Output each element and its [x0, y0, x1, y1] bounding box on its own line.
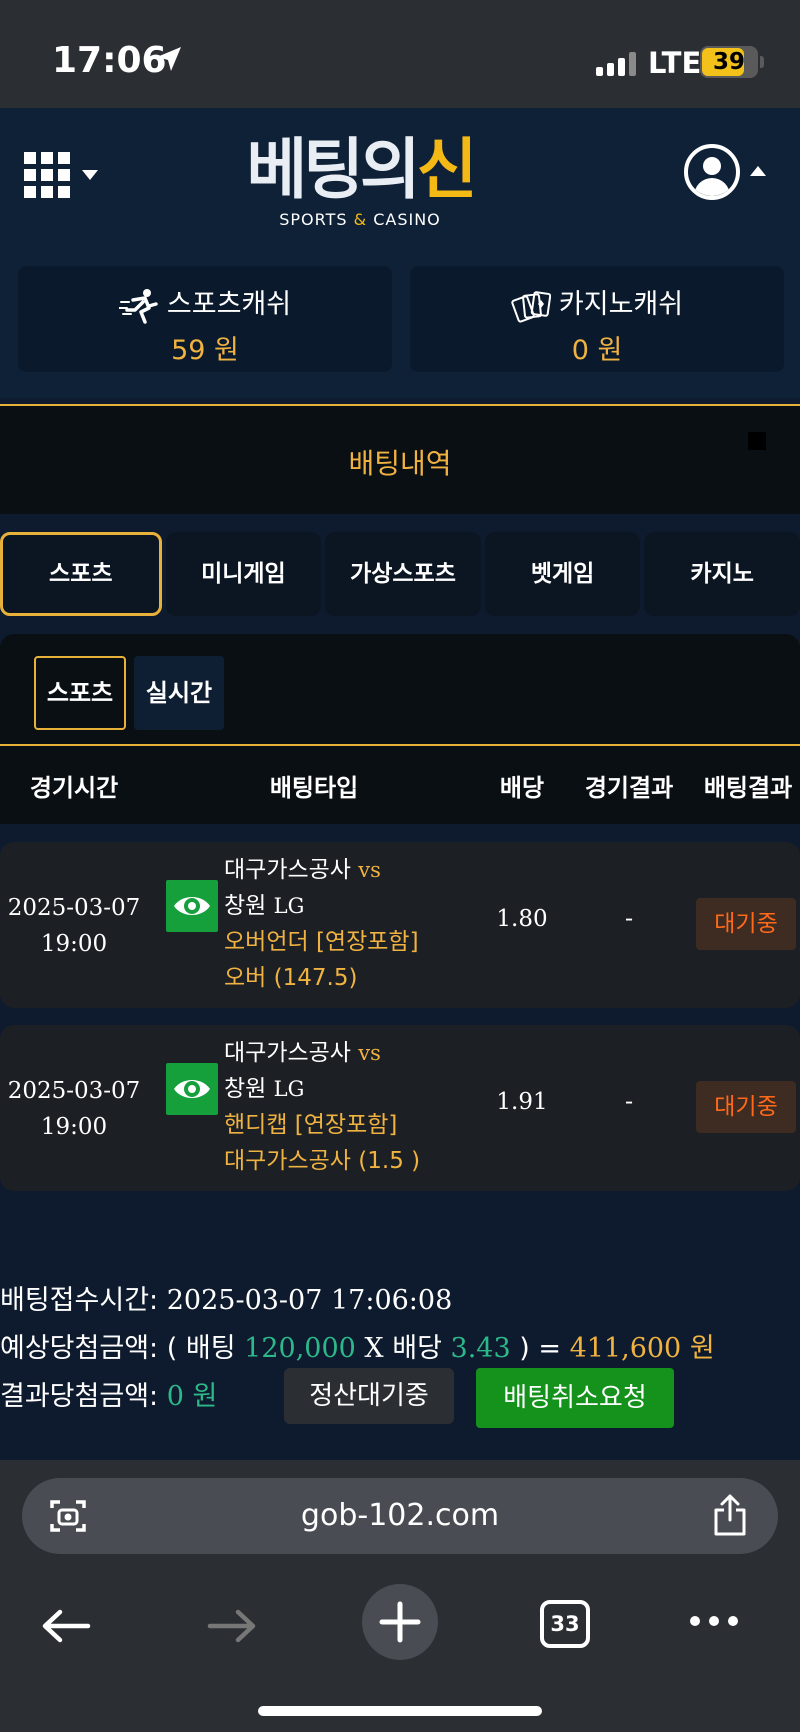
battery-icon: 39 [700, 46, 758, 78]
address-bar[interactable]: gob-102.com [22, 1478, 778, 1554]
network-label: LTE [648, 46, 702, 80]
battery-level: 39 [712, 49, 745, 75]
forward-arrow-icon[interactable] [206, 1608, 258, 1644]
view-details-button[interactable] [166, 880, 218, 932]
subtab-sports[interactable]: 스포츠 [34, 656, 126, 730]
bet-received-time: 배팅접수시간: 2025-03-07 17:06:08 [0, 1285, 453, 1316]
bet-odds: 1.80 [496, 906, 548, 932]
table-row: 2025-03-07 19:00 대구가스공사 vs 창원 LG 핸디캡 [연장포… [0, 1025, 800, 1191]
user-menu-button[interactable] [684, 144, 774, 208]
sports-cash-label: 스포츠캐쉬 [166, 289, 292, 320]
grid-menu-icon [24, 152, 70, 198]
new-tab-button[interactable] [362, 1584, 438, 1660]
site-header: 베팅의신 SPORTS & CASINO 스포츠캐쉬 59 원 카지노캐쉬 0 … [0, 108, 800, 398]
bet-odds: 1.91 [496, 1089, 548, 1115]
signal-icon [596, 52, 636, 76]
location-arrow-icon [157, 47, 181, 71]
status-badge: 대기중 [696, 898, 796, 950]
bet-history-panel: 스포츠 실시간 경기시간 배팅타입 배당 경기결과 배팅결과 [0, 634, 800, 824]
share-icon[interactable] [710, 1492, 750, 1538]
tab-minigame[interactable]: 미니게임 [165, 532, 322, 616]
bet-type: 대구가스공사 vs 창원 LG 오버언더 [연장포함] 오버 (147.5) [224, 857, 419, 991]
expected-winnings: 예상당첨금액: ( 배팅 120,000 X 배당 3.43 ) = 411,6… [0, 1333, 715, 1364]
chevron-up-icon [750, 166, 766, 176]
status-bar: 17:06 LTE 39 [0, 0, 800, 108]
back-arrow-icon[interactable] [40, 1608, 92, 1644]
sports-cash-card[interactable]: 스포츠캐쉬 59 원 [18, 266, 392, 372]
casino-cash-card[interactable]: 카지노캐쉬 0 원 [410, 266, 784, 372]
more-options-icon[interactable] [690, 1616, 738, 1626]
column-header: 배당 [499, 774, 545, 802]
url-text: gob-102.com [300, 1498, 500, 1533]
section-header: 배팅내역 [0, 404, 800, 514]
browser-nav: 33 [0, 1568, 800, 1678]
match-result: - [624, 906, 634, 932]
browser-toolbar: gob-102.com 33 [0, 1460, 800, 1732]
close-icon[interactable] [748, 432, 766, 450]
view-details-button[interactable] [166, 1063, 218, 1115]
casino-cash-value: 0 원 [571, 335, 623, 366]
bet-type: 대구가스공사 vs 창원 LG 핸디캡 [연장포함] 대구가스공사 (1.5 ) [224, 1040, 421, 1174]
sports-cash-value: 59 원 [171, 335, 239, 366]
tab-casino[interactable]: 카지노 [644, 532, 800, 616]
playing-cards-icon [511, 290, 551, 323]
site-logo[interactable]: 베팅의신 SPORTS & CASINO [210, 132, 510, 242]
running-person-icon [118, 288, 158, 324]
tab-switcher-button[interactable]: 33 [540, 1600, 590, 1648]
match-time: 2025-03-07 19:00 [7, 895, 141, 957]
subtab-live[interactable]: 실시간 [134, 656, 224, 730]
user-avatar-icon [684, 144, 740, 200]
result-winnings: 결과당첨금액: 0 원 [0, 1381, 218, 1412]
chevron-down-icon [82, 170, 98, 180]
tab-betgame[interactable]: 벳게임 [484, 532, 641, 616]
cancel-bet-button[interactable]: 배팅취소요청 [476, 1368, 674, 1428]
column-header: 경기결과 [584, 774, 674, 802]
table-header: 경기시간 배팅타입 배당 경기결과 배팅결과 [0, 744, 800, 824]
tab-virtual-sports[interactable]: 가상스포츠 [325, 532, 481, 616]
eye-icon [174, 897, 210, 915]
home-indicator [258, 1706, 542, 1716]
eye-icon [174, 1080, 210, 1098]
casino-cash-label: 카지노캐쉬 [558, 289, 684, 320]
category-tabs: 스포츠 미니게임 가상스포츠 벳게임 카지노 [0, 532, 800, 618]
settlement-pending-button[interactable]: 정산대기중 [284, 1368, 454, 1424]
match-result: - [624, 1089, 634, 1115]
plus-icon [379, 1601, 421, 1643]
status-badge: 대기중 [696, 1081, 796, 1133]
column-header: 배팅결과 [703, 774, 793, 802]
column-header: 배팅타입 [269, 774, 359, 802]
tab-sports[interactable]: 스포츠 [0, 532, 162, 616]
page-title: 배팅내역 [348, 447, 452, 480]
status-time: 17:06 [52, 40, 167, 81]
column-header: 경기시간 [29, 774, 119, 802]
menu-button[interactable] [24, 152, 100, 208]
table-row: 2025-03-07 19:00 대구가스공사 vs 창원 LG 오버언더 [연장… [0, 842, 800, 1008]
match-time: 2025-03-07 19:00 [7, 1078, 141, 1140]
